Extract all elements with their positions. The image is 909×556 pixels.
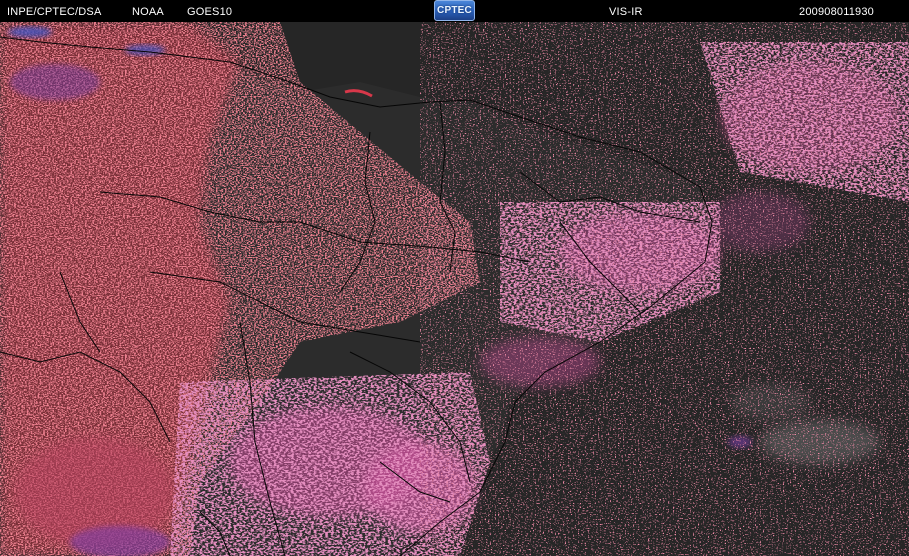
purple-patch-2 [10, 64, 100, 100]
agency-label: NOAA [132, 6, 164, 18]
channel-label: VIS-IR [609, 6, 643, 18]
cptec-logo: CPTEC [434, 0, 475, 21]
satellite-label: GOES10 [187, 6, 233, 18]
image-header: INPE/CPTEC/DSA NOAA GOES10 CPTEC VIS-IR … [0, 0, 909, 22]
satellite-image [0, 22, 909, 556]
timestamp-label: 200908011930 [799, 6, 874, 18]
lake-blue-1 [8, 27, 52, 37]
cptec-logo-text: CPTEC [437, 5, 472, 16]
source-label: INPE/CPTEC/DSA [7, 6, 102, 18]
ocean-speckle [420, 22, 909, 556]
